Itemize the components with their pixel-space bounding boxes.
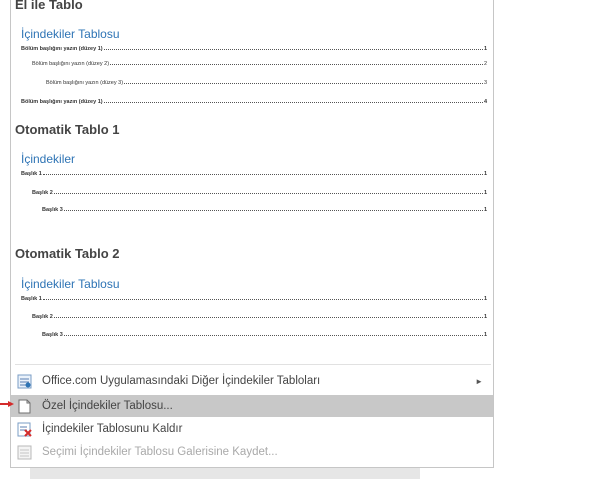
bottom-strip — [30, 468, 420, 479]
toc-entry: Bölüm başlığını yazın (düzey 1) 4 — [21, 99, 487, 105]
save-selection-label: Seçimi İçindekiler Tablosu Galerisine Ka… — [42, 446, 278, 458]
auto-table-2-title: Otomatik Tablo 2 — [15, 246, 120, 261]
toc-entry: Bölüm başlığını yazın (düzey 1) 1 — [21, 46, 487, 52]
save-to-gallery-icon — [16, 444, 32, 460]
more-toc-from-office-menu-item[interactable]: Office.com Uygulamasındaki Diğer İçindek… — [11, 370, 493, 392]
toc-entry: Bölüm başlığını yazın (düzey 2) 2 — [32, 61, 487, 67]
auto-table-1-title: Otomatik Tablo 1 — [15, 122, 120, 137]
toc-entry: Başlık 11 — [21, 296, 487, 302]
toc-entry: Başlık 31 — [42, 207, 487, 213]
pointer-arrow-icon — [0, 401, 14, 407]
toc-entry: Başlık 11 — [21, 171, 487, 177]
toc-heading: İçindekiler — [21, 152, 76, 166]
manual-table-item[interactable]: İçindekiler Tablosu Bölüm başlığını yazı… — [11, 14, 493, 114]
toc-heading: İçindekiler Tablosu — [21, 277, 120, 291]
more-toc-label: Office.com Uygulamasındaki Diğer İçindek… — [42, 375, 321, 387]
toc-gallery-panel: El ile Tablo İçindekiler Tablosu Bölüm b… — [10, 0, 494, 468]
remove-toc-menu-item[interactable]: İçindekiler Tablosunu Kaldır — [11, 418, 493, 440]
save-selection-menu-item[interactable]: Seçimi İçindekiler Tablosu Galerisine Ka… — [11, 441, 493, 463]
document-icon — [16, 398, 32, 414]
menu-separator — [15, 364, 491, 365]
custom-toc-label: Özel İçindekiler Tablosu... — [42, 400, 173, 412]
auto-table-2-item[interactable]: Otomatik Tablo 2 İçindekiler Tablosu Baş… — [11, 236, 493, 346]
office-gallery-icon — [16, 373, 32, 389]
toc-entry: Başlık 21 — [32, 314, 487, 320]
manual-table-title: El ile Tablo — [15, 0, 83, 12]
toc-heading: İçindekiler Tablosu — [21, 27, 120, 41]
auto-table-1-item[interactable]: Otomatik Tablo 1 İçindekiler Başlık 11 B… — [11, 114, 493, 221]
toc-entry: Bölüm başlığını yazın (düzey 3) 3 — [46, 80, 487, 86]
remove-toc-icon — [16, 421, 32, 437]
toc-entry: Başlık 31 — [42, 332, 487, 338]
submenu-arrow-icon: ► — [475, 376, 483, 386]
remove-toc-label: İçindekiler Tablosunu Kaldır — [42, 423, 183, 435]
toc-entry: Başlık 21 — [32, 190, 487, 196]
custom-toc-menu-item[interactable]: Özel İçindekiler Tablosu... — [11, 395, 493, 417]
